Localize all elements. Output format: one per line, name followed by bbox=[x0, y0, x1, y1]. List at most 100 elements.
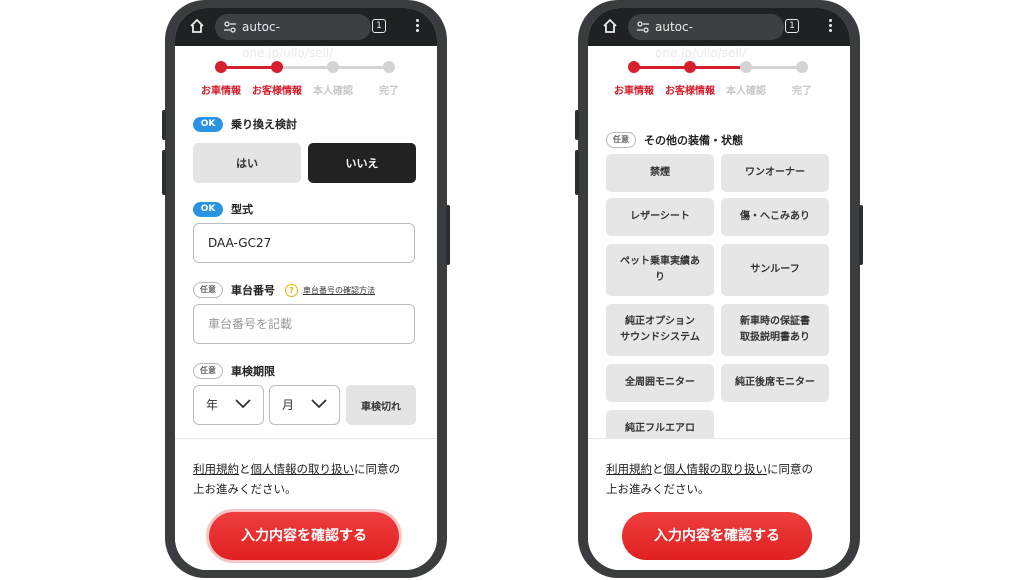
phone-left: autoc-one.jp/ullo/sell/ 1 お車情報 お客様情報 本人確… bbox=[162, 0, 450, 578]
chevron-down-icon bbox=[235, 399, 251, 409]
terms-link[interactable]: 利用規約 bbox=[193, 462, 239, 476]
step-connector bbox=[277, 66, 333, 69]
inspection-year-select[interactable]: 年 bbox=[193, 385, 264, 425]
month-select-value: 月 bbox=[282, 398, 295, 412]
model-input[interactable]: DAA-GC27 bbox=[193, 223, 415, 263]
field-label-text: 車台番号 bbox=[231, 284, 275, 297]
step-dot bbox=[215, 61, 227, 73]
site-settings-icon[interactable] bbox=[636, 20, 650, 34]
site-settings-icon[interactable] bbox=[223, 20, 237, 34]
equipment-option-text: 新車時の保証書 bbox=[740, 316, 810, 327]
equipment-option-button[interactable]: ペット乗車実績あり bbox=[606, 244, 714, 296]
progress-stepper: お車情報 お客様情報 本人確認 完了 bbox=[588, 60, 850, 100]
consent-text-line2: 上お進みください。 bbox=[606, 482, 710, 496]
consent-text-line2: 上お進みください。 bbox=[193, 482, 297, 496]
home-icon[interactable] bbox=[189, 18, 205, 34]
equipment-option-button[interactable]: 純正フルエアロ bbox=[606, 410, 714, 438]
equipment-option-button[interactable]: 純正オプション サウンドシステム bbox=[606, 304, 714, 356]
field-label-text: その他の装備・状態 bbox=[644, 134, 743, 147]
transfer-yes-button[interactable]: はい bbox=[193, 143, 301, 183]
form-content: OK 乗り換え検討 はい いいえ OK 型式 DAA-GC27 任意 車台番号 … bbox=[175, 108, 437, 438]
url-text: autoc-one.jp/ullo/sell/ bbox=[655, 20, 747, 60]
confirm-input-button[interactable]: 入力内容を確認する bbox=[209, 512, 399, 560]
inspection-expired-button[interactable]: 車検切れ bbox=[346, 385, 416, 425]
phone-side-button bbox=[162, 150, 166, 195]
field-label-text: 車検期限 bbox=[231, 365, 275, 378]
help-icon[interactable]: ? bbox=[285, 283, 298, 297]
step-label: 完了 bbox=[792, 86, 812, 97]
transfer-no-button[interactable]: いいえ bbox=[308, 143, 416, 183]
url-text: autoc-one.jp/ullo/sell/ bbox=[242, 20, 334, 60]
chassis-help-link[interactable]: 車台番号の確認方法 bbox=[303, 285, 375, 296]
equipment-option-button[interactable]: 全周囲モニター bbox=[606, 364, 714, 402]
step-label: お客様情報 bbox=[665, 86, 715, 97]
equipment-option-text: り bbox=[655, 272, 665, 283]
step-connector bbox=[333, 66, 389, 69]
privacy-link[interactable]: 個人情報の取り扱い bbox=[664, 462, 768, 476]
step-dot bbox=[740, 61, 752, 73]
equipment-option-label: ワンオーナー bbox=[745, 165, 805, 181]
confirm-input-button[interactable]: 入力内容を確認する bbox=[622, 512, 812, 560]
step-label: お客様情報 bbox=[252, 86, 302, 97]
kebab-menu-icon[interactable] bbox=[415, 17, 419, 37]
address-bar[interactable]: autoc-one.jp/ullo/sell/ bbox=[215, 14, 371, 60]
step-dot bbox=[327, 61, 339, 73]
terms-link[interactable]: 利用規約 bbox=[606, 462, 652, 476]
equipment-option-button[interactable]: 純正後席モニター bbox=[721, 364, 829, 402]
equipment-option-button[interactable]: 傷・へこみあり bbox=[721, 198, 829, 236]
equipment-option-text: サウンドシステム bbox=[620, 332, 700, 343]
field-label-model: OK 型式 bbox=[193, 201, 253, 217]
consent-text: 利用規約と個人情報の取り扱いに同意の 上お進みください。 bbox=[606, 459, 838, 499]
equipment-option-button[interactable]: 禁煙 bbox=[606, 154, 714, 192]
step-connector bbox=[221, 66, 277, 69]
step-label: 完了 bbox=[379, 86, 399, 97]
step-dot bbox=[684, 61, 696, 73]
step-dot bbox=[628, 61, 640, 73]
sticky-footer: 利用規約と個人情報の取り扱いに同意の 上お進みください。 入力内容を確認する bbox=[588, 438, 850, 570]
equipment-option-label: 純正オプション サウンドシステム bbox=[620, 314, 700, 346]
equipment-option-label: レザーシート bbox=[630, 209, 690, 225]
field-label-transfer: OK 乗り換え検討 bbox=[193, 116, 297, 132]
privacy-link[interactable]: 個人情報の取り扱い bbox=[251, 462, 355, 476]
field-label-equipment: 任意 その他の装備・状態 bbox=[606, 132, 743, 148]
equipment-option-text: 傷・へこみあり bbox=[740, 211, 810, 222]
equipment-option-text: 純正フルエアロ bbox=[625, 423, 695, 434]
tabs-icon[interactable]: 1 bbox=[785, 19, 799, 33]
field-label-inspection: 任意 車検期限 bbox=[193, 363, 275, 379]
phone-screen: autoc-one.jp/ullo/sell/ 1 お車情報 お客様情報 本人確… bbox=[588, 8, 850, 570]
sticky-footer: 利用規約と個人情報の取り扱いに同意の 上お進みください。 入力内容を確認する bbox=[175, 438, 437, 570]
equipment-option-label: 全周囲モニター bbox=[625, 375, 695, 391]
ok-badge: OK bbox=[193, 116, 223, 132]
step-label: お車情報 bbox=[614, 86, 654, 97]
optional-badge: 任意 bbox=[193, 282, 223, 298]
home-icon[interactable] bbox=[602, 18, 618, 34]
equipment-option-text: ペット乗車実績あ bbox=[620, 256, 700, 267]
consent-text: 利用規約と個人情報の取り扱いに同意の 上お進みください。 bbox=[193, 459, 425, 499]
equipment-option-text: 全周囲モニター bbox=[625, 377, 695, 388]
inspection-month-select[interactable]: 月 bbox=[269, 385, 340, 425]
chevron-down-icon bbox=[311, 399, 327, 409]
field-label-text: 型式 bbox=[231, 203, 253, 216]
step-connector bbox=[746, 66, 802, 69]
equipment-option-label: 新車時の保証書 取扱説明書あり bbox=[740, 314, 810, 346]
year-select-value: 年 bbox=[206, 398, 219, 412]
consent-text-rest: に同意の bbox=[354, 462, 400, 476]
phone-side-button bbox=[446, 205, 450, 265]
chassis-number-input[interactable]: 車台番号を記載 bbox=[193, 304, 415, 344]
kebab-menu-icon[interactable] bbox=[828, 17, 832, 37]
phone-side-button bbox=[859, 205, 863, 265]
equipment-option-button[interactable]: サンルーフ bbox=[721, 244, 829, 296]
equipment-option-text: レザーシート bbox=[630, 211, 690, 222]
equipment-option-button[interactable]: レザーシート bbox=[606, 198, 714, 236]
step-dot bbox=[271, 61, 283, 73]
address-bar[interactable]: autoc-one.jp/ullo/sell/ bbox=[628, 14, 784, 60]
equipment-option-text: 純正後席モニター bbox=[735, 377, 815, 388]
tabs-icon[interactable]: 1 bbox=[372, 19, 386, 33]
equipment-option-text: サンルーフ bbox=[750, 264, 800, 275]
phone-side-button bbox=[162, 110, 166, 140]
equipment-option-button[interactable]: ワンオーナー bbox=[721, 154, 829, 192]
equipment-option-button[interactable]: 新車時の保証書 取扱説明書あり bbox=[721, 304, 829, 356]
equipment-option-text: 純正オプション bbox=[624, 316, 695, 327]
optional-badge: 任意 bbox=[193, 363, 223, 379]
equipment-option-label: 純正後席モニター bbox=[735, 375, 815, 391]
